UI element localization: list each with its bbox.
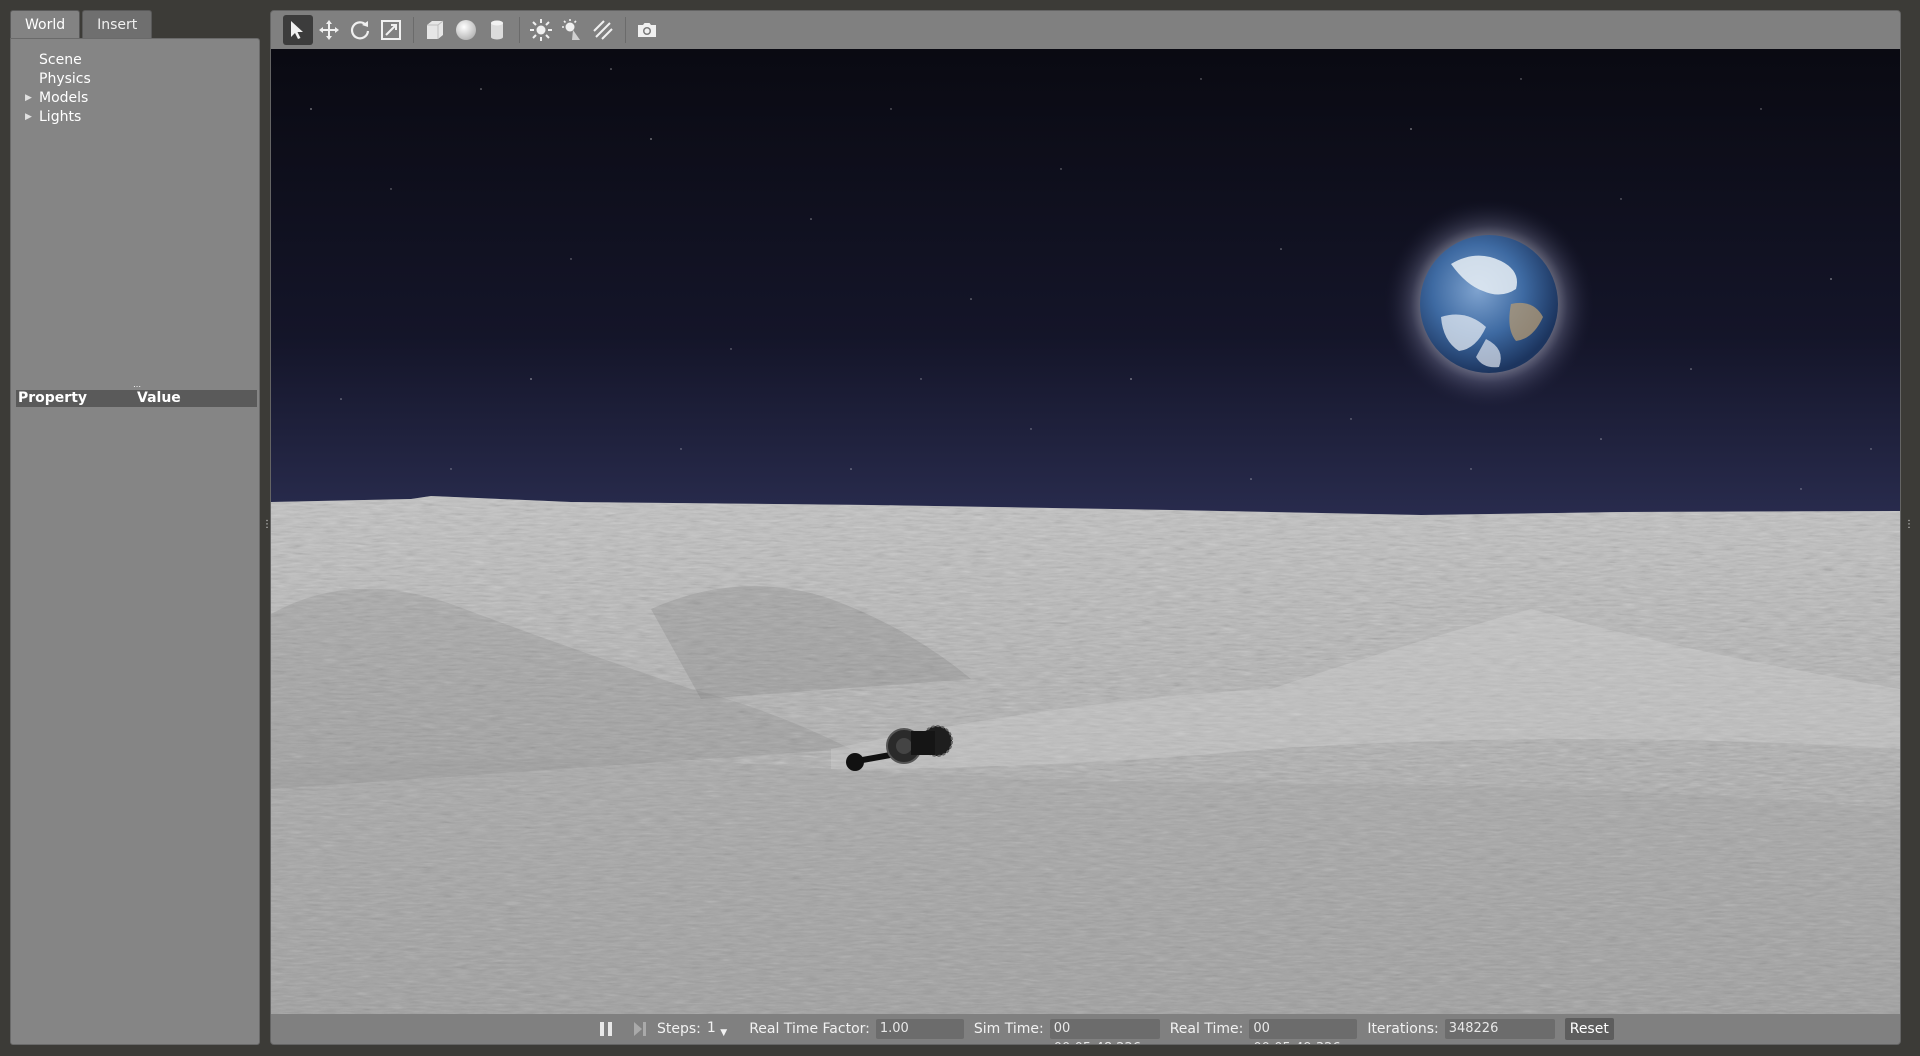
sphere-shape-button[interactable] <box>451 15 481 45</box>
real-time-field: 00 00:05:49.326 <box>1249 1019 1358 1044</box>
step-button[interactable] <box>631 1018 649 1040</box>
world-panel: Scene Physics ▶ Models ▶ Lights ⋯ Proper… <box>10 38 260 1045</box>
sim-time-field: 00 00:05:48.226 <box>1049 1019 1160 1044</box>
scale-tool-button[interactable] <box>376 15 406 45</box>
tree-item-label: Scene <box>39 52 82 68</box>
select-tool-button[interactable] <box>283 15 313 45</box>
render-window: Steps: 1 ▼ Real Time Factor: 1.00 Sim Ti… <box>270 10 1901 1045</box>
right-splitter-handle[interactable]: ⋮ <box>1904 520 1914 535</box>
box-icon <box>427 20 444 39</box>
scene-render[interactable] <box>271 49 1900 1015</box>
status-bar: Steps: 1 ▼ Real Time Factor: 1.00 Sim Ti… <box>271 1014 1900 1044</box>
tree-item-label: Lights <box>39 109 82 125</box>
earth <box>1420 235 1558 373</box>
value-column-header[interactable]: Value <box>135 390 257 407</box>
tree-item-label: Physics <box>39 71 91 87</box>
tree-item-physics[interactable]: Physics <box>11 70 259 89</box>
directional-light-button[interactable] <box>588 15 618 45</box>
tree-item-label: Models <box>39 90 89 106</box>
steps-spinner[interactable]: 1 ▼ <box>707 1020 727 1038</box>
pause-button[interactable] <box>595 1018 617 1040</box>
iterations-field: 348226 <box>1444 1019 1555 1039</box>
foreground-shade <box>271 759 1900 1015</box>
tree-item-models[interactable]: ▶ Models <box>11 89 259 108</box>
tree-item-scene[interactable]: Scene <box>11 51 259 70</box>
rotate-tool-button[interactable] <box>345 15 375 45</box>
real-time-factor-field: 1.00 <box>875 1019 964 1039</box>
reset-button[interactable]: Reset <box>1564 1018 1614 1040</box>
translate-tool-button[interactable] <box>314 15 344 45</box>
tree-item-lights[interactable]: ▶ Lights <box>11 108 259 127</box>
cylinder-shape-button[interactable] <box>482 15 512 45</box>
directional-light-icon <box>593 20 613 40</box>
tab-world[interactable]: World <box>10 10 81 38</box>
panel-splitter-grip[interactable]: ⋯ <box>133 383 141 391</box>
sim-time-label: Sim Time: <box>973 1021 1044 1037</box>
scale-icon <box>381 20 401 40</box>
expand-arrow-icon[interactable]: ▶ <box>25 89 32 108</box>
camera-icon <box>638 23 656 37</box>
property-column-header[interactable]: Property <box>16 390 135 407</box>
tab-insert[interactable]: Insert <box>82 10 153 38</box>
sky <box>271 49 1900 529</box>
steps-label: Steps: <box>657 1021 701 1037</box>
toolbar-separator <box>413 17 414 43</box>
real-time-factor-label: Real Time Factor: <box>749 1021 870 1037</box>
world-tree: Scene Physics ▶ Models ▶ Lights <box>11 51 259 127</box>
sun-icon <box>530 19 552 41</box>
cylinder-icon <box>491 20 503 40</box>
screenshot-button[interactable] <box>632 15 662 45</box>
arrow-cursor-icon <box>291 21 303 39</box>
pause-icon <box>600 1022 612 1036</box>
toolbar-separator <box>625 17 626 43</box>
box-shape-button[interactable] <box>420 15 450 45</box>
panel-tabs: World Insert <box>10 10 154 38</box>
point-light-button[interactable] <box>526 15 556 45</box>
real-time-label: Real Time: <box>1169 1021 1244 1037</box>
expand-arrow-icon[interactable]: ▶ <box>25 108 32 127</box>
move-arrows-icon <box>319 20 339 40</box>
left-splitter-handle[interactable]: ⋮ <box>262 520 272 535</box>
steps-value: 1 <box>706 1020 716 1036</box>
left-panel: World Insert Scene Physics ▶ Models ▶ Li… <box>10 10 260 1045</box>
property-table-header: Property Value <box>16 390 257 407</box>
sphere-icon <box>456 20 476 40</box>
spotlight-icon <box>562 19 580 40</box>
chevron-down-icon: ▼ <box>720 1028 728 1038</box>
toolbar <box>271 11 1900 49</box>
rotate-icon <box>350 21 370 40</box>
iterations-label: Iterations: <box>1367 1021 1439 1037</box>
step-forward-icon <box>634 1022 646 1036</box>
spot-light-button[interactable] <box>557 15 587 45</box>
toolbar-separator <box>519 17 520 43</box>
3d-viewport[interactable] <box>271 49 1900 1015</box>
